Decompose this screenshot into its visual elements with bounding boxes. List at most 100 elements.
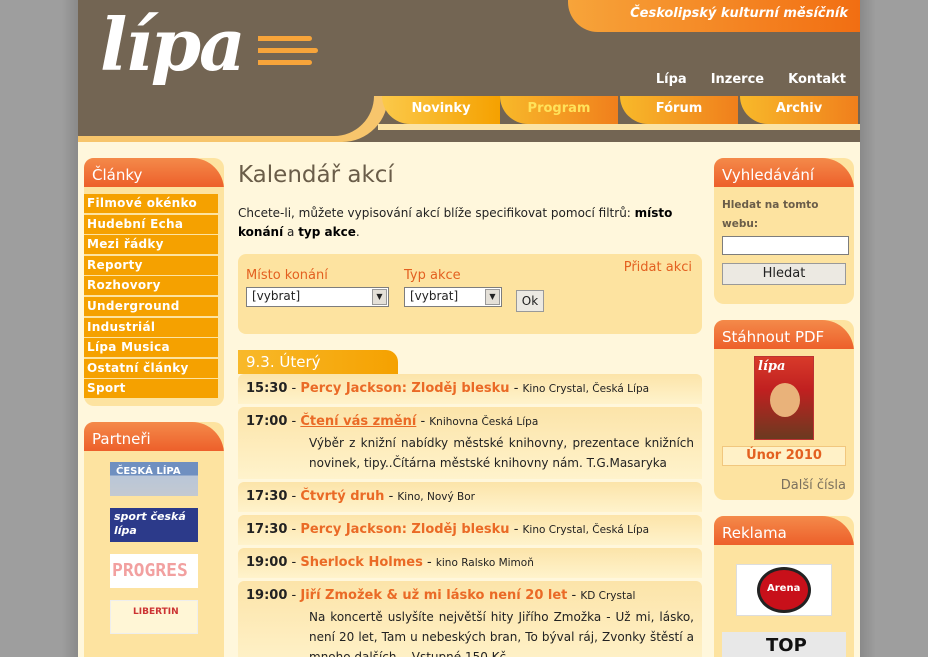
ads-heading: Reklama [714, 516, 854, 548]
partners-heading: Partneři [84, 422, 224, 454]
partner-libertin[interactable]: LIBERTIN [110, 600, 198, 634]
main-nav: Novinky Program Fórum Archiv [378, 96, 860, 124]
ok-button[interactable]: Ok [516, 290, 544, 312]
pdf-cover-logo: lípa [758, 359, 786, 374]
type-select[interactable]: [vybrat] ▼ [404, 287, 502, 307]
cover-face [770, 383, 800, 417]
search-button[interactable]: Hledat [722, 263, 846, 285]
tab-program[interactable]: Program [500, 96, 618, 124]
tab-archiv[interactable]: Archiv [740, 96, 858, 124]
event-item[interactable]: 17:30 - Percy Jackson: Zloděj blesku - K… [238, 515, 702, 545]
intro-text: Chcete-li, můžete vypisování akcí blíže … [238, 204, 702, 242]
ad-top-label: TOP [766, 635, 807, 656]
logo-bar [258, 36, 312, 41]
search-input[interactable] [722, 236, 849, 255]
menu-sport[interactable]: Sport [84, 379, 218, 399]
chevron-down-icon: ▼ [485, 289, 500, 305]
search-box: Vyhledávání Hledat na tomto webu: Hledat [714, 158, 854, 304]
pdf-cover-image[interactable]: lípa [754, 356, 814, 440]
event-title[interactable]: Čtení vás změní [300, 414, 416, 429]
event-time: 19:00 [246, 588, 288, 603]
event-item[interactable]: 19:00 - Jiří Zmožek & už mi lásko není 2… [238, 581, 702, 657]
event-venue: Kino Crystal, Česká Lípa [522, 383, 650, 395]
partners-box: Partneři ČESKÁ LÍPA sport česká lípa PRO… [84, 422, 224, 657]
site-logo[interactable]: lípa [100, 2, 318, 96]
partner-progres-label: PROGRES [112, 560, 188, 581]
venue-select[interactable]: [vybrat] ▼ [246, 287, 389, 307]
day-heading: 9.3. Úterý [238, 350, 398, 374]
partner-libertin-label: LIBERTIN [133, 607, 179, 617]
top-nav-inzerce[interactable]: Inzerce [711, 72, 764, 87]
partner-progres[interactable]: PROGRES [110, 554, 198, 588]
type-select-value: [vybrat] [410, 289, 459, 303]
menu-ostatni-clanky[interactable]: Ostatní články [84, 358, 218, 378]
tab-novinky[interactable]: Novinky [382, 96, 500, 124]
event-description: Výběr z knižní nabídky městské knihovny,… [309, 436, 694, 470]
ad-top[interactable]: TOP [722, 632, 846, 657]
event-venue: Kino, Nový Bor [397, 491, 475, 503]
menu-mezi-radky[interactable]: Mezi řádky [84, 235, 218, 255]
event-time: 17:30 [246, 522, 288, 537]
event-venue: KD Crystal [580, 590, 636, 602]
top-nav-kontakt[interactable]: Kontakt [788, 72, 846, 87]
event-title[interactable]: Čtvrtý druh [300, 489, 384, 504]
articles-heading: Články [84, 158, 224, 190]
intro-end: . [355, 225, 360, 239]
type-label: Typ akce [404, 268, 461, 283]
filter-panel: Přidat akci Místo konání [vybrat] ▼ Typ … [238, 254, 702, 334]
top-nav-lipa[interactable]: Lípa [656, 72, 687, 87]
tagline-banner: Českolipský kulturní měsíčník [568, 0, 860, 32]
event-title[interactable]: Sherlock Holmes [300, 555, 422, 570]
top-nav: Lípa Inzerce Kontakt [656, 72, 846, 87]
event-title[interactable]: Percy Jackson: Zloděj blesku [300, 381, 509, 396]
event-list: 15:30 - Percy Jackson: Zloděj blesku - K… [238, 374, 702, 657]
header-curve [78, 96, 374, 136]
venue-label: Místo konání [246, 268, 328, 283]
event-item[interactable]: 15:30 - Percy Jackson: Zloděj blesku - K… [238, 374, 702, 404]
menu-filmove-okenko[interactable]: Filmové okénko [84, 194, 218, 213]
header: Českolipský kulturní měsíčník lípa Lípa … [78, 0, 860, 142]
event-title[interactable]: Percy Jackson: Zloděj blesku [300, 522, 509, 537]
menu-lipa-musica[interactable]: Lípa Musica [84, 338, 218, 358]
tab-forum[interactable]: Fórum [620, 96, 738, 124]
menu-underground[interactable]: Underground [84, 296, 218, 316]
event-item[interactable]: 17:30 - Čtvrtý druh - Kino, Nový Bor [238, 482, 702, 512]
event-time: 17:00 [246, 414, 288, 429]
ad-arena[interactable]: Arena [736, 564, 832, 616]
event-item[interactable]: 17:00 - Čtení vás změní - Knihovna Česká… [238, 407, 702, 479]
ad-arena-label: Arena [767, 583, 801, 594]
partner-sport[interactable]: sport česká lípa [110, 508, 198, 542]
event-venue: Kino Crystal, Česká Lípa [522, 524, 650, 536]
event-item[interactable]: 19:00 - Sherlock Holmes - kino Ralsko Mi… [238, 548, 702, 578]
articles-box: Články Filmové okénko Hudební Echa Mezi … [84, 158, 224, 406]
partner-ceska-lipa[interactable]: ČESKÁ LÍPA [110, 462, 198, 496]
event-time: 17:30 [246, 489, 288, 504]
header-strip [378, 124, 860, 130]
intro-type: typ akce [298, 225, 356, 239]
add-event-link[interactable]: Přidat akci [624, 260, 692, 275]
search-label: Hledat na tomto webu: [722, 199, 819, 230]
chevron-down-icon: ▼ [372, 289, 387, 305]
logo-bar [258, 60, 312, 65]
menu-rozhovory[interactable]: Rozhovory [84, 276, 218, 296]
event-venue: kino Ralsko Mimoň [435, 557, 534, 569]
ads-box: Reklama Arena TOP [714, 516, 854, 657]
event-time: 19:00 [246, 555, 288, 570]
event-title[interactable]: Jiří Zmožek & už mi lásko není 20 let [300, 588, 567, 603]
search-heading: Vyhledávání [714, 158, 854, 190]
intro-prefix: Chcete-li, můžete vypisování akcí blíže … [238, 206, 635, 220]
menu-hudebni-echa[interactable]: Hudební Echa [84, 214, 218, 234]
event-description: Na koncertě uslyšíte největší hity Jiříh… [309, 610, 694, 657]
pdf-box: Stáhnout PDF lípa Únor 2010 Další čísla [714, 320, 854, 500]
menu-industrial[interactable]: Industriál [84, 317, 218, 337]
menu-reporty[interactable]: Reporty [84, 255, 218, 275]
logo-bar [258, 48, 318, 53]
event-time: 15:30 [246, 381, 288, 396]
partner-sport-label: sport česká lípa [114, 510, 186, 537]
tagline: Českolipský kulturní měsíčník [630, 6, 848, 21]
more-issues-link[interactable]: Další čísla [714, 466, 854, 493]
pdf-issue-link[interactable]: Únor 2010 [722, 446, 846, 466]
event-venue: Knihovna Česká Lípa [429, 416, 539, 428]
page-title: Kalendář akcí [238, 162, 394, 188]
partner-ceska-lipa-label: ČESKÁ LÍPA [116, 466, 181, 477]
